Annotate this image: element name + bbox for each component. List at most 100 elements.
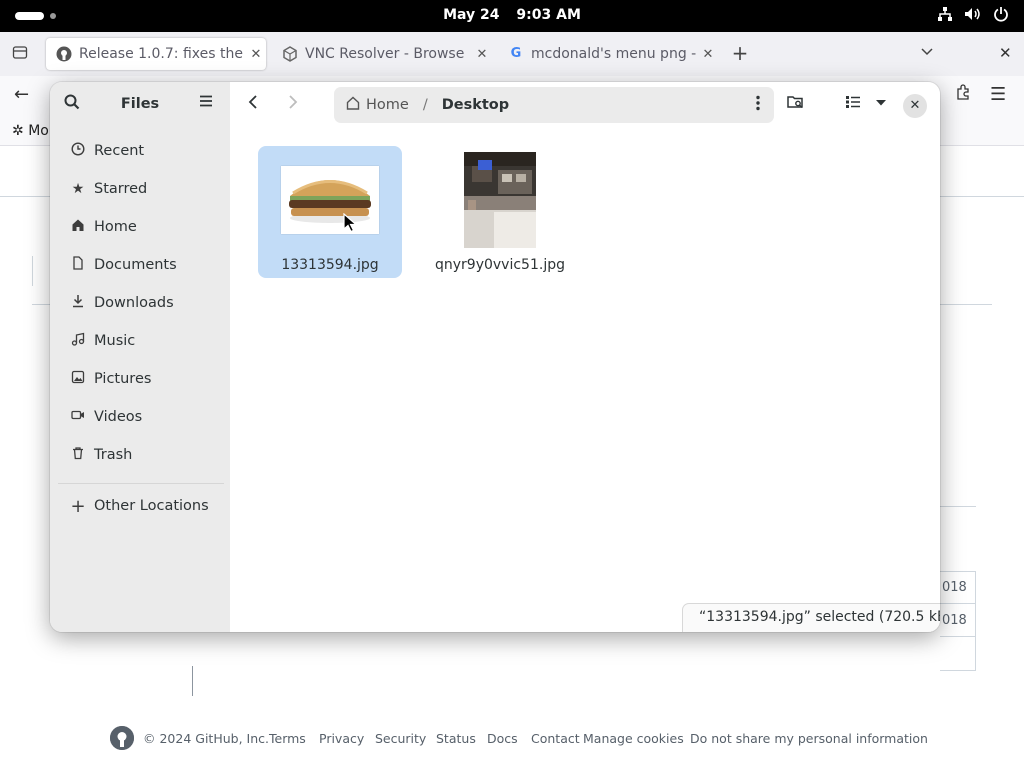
sidebar-divider [58,483,224,484]
hamburger-menu-icon[interactable] [198,93,214,114]
path-segment-home[interactable]: Home [366,97,409,113]
more-options-icon[interactable] [756,95,760,115]
footer-link-docs[interactable]: Docs [487,731,518,746]
vnc-icon [282,46,298,62]
sidebar-item-pictures[interactable]: Pictures [58,362,222,396]
document-icon [70,256,86,274]
footer-link-contact[interactable]: Contact [531,731,580,746]
list-view-icon[interactable] [840,94,866,116]
footer-link-terms[interactable]: Terms [269,731,306,746]
file-item[interactable]: 13313594.jpg [258,146,402,278]
asset-row-divider [940,636,976,637]
bookmark-item[interactable]: ✲ Mo [12,123,49,139]
hamburger-menu-icon[interactable]: ☰ [990,84,1006,105]
input-edge [32,256,33,286]
star-icon: ★ [71,181,85,197]
close-window-icon[interactable]: ✕ [999,44,1012,62]
chevron-down-icon[interactable] [868,94,894,116]
bookmark-label: Mo [28,123,49,139]
sidebar-item-label: Home [94,219,137,235]
activities-button[interactable] [15,12,44,20]
home-icon [70,218,86,236]
tab-title: Release 1.0.7: fixes the fu [79,46,246,62]
path-bar: Home / Desktop [334,87,774,123]
folder-search-icon[interactable] [783,94,809,116]
file-item[interactable]: qnyr9y0vvic51.jpg [428,146,572,278]
tab-github-release[interactable]: Release 1.0.7: fixes the fu ✕ [46,38,266,70]
tab-list-icon[interactable] [10,44,30,64]
system-top-bar: May 24 9:03 AM [0,0,1024,32]
tab-bar: Release 1.0.7: fixes the fu ✕ VNC Resolv… [0,32,1024,76]
chevron-down-icon[interactable] [920,44,934,62]
sidebar-item-label: Documents [94,257,177,273]
tab-vnc-resolver[interactable]: VNC Resolver - Browse ✕ [272,38,492,70]
sidebar-item-music[interactable]: Music [58,324,222,358]
sidebar-item-trash[interactable]: Trash [58,438,222,472]
clock[interactable]: May 24 9:03 AM [0,7,1024,23]
tab-title: mcdonald's menu png - G [531,46,698,62]
clock-date: May 24 [443,7,500,23]
asset-date: 018 [942,613,967,628]
github-logo-icon[interactable] [110,726,134,750]
clock-icon [70,142,86,160]
tab-title: VNC Resolver - Browse [305,46,465,62]
sidebar-item-other-locations[interactable]: + Other Locations [58,489,222,523]
image-thumbnail [464,152,536,248]
sidebar-item-downloads[interactable]: Downloads [58,286,222,320]
footer-link-status[interactable]: Status [436,731,476,746]
video-icon [70,408,86,426]
tab-google-search[interactable]: G mcdonald's menu png - G ✕ [498,38,718,70]
sidebar-item-label: Downloads [94,295,174,311]
sidebar-header: Files [50,82,230,128]
gear-icon: ✲ [12,123,24,139]
download-icon [70,294,86,312]
file-browser-pane: Home / Desktop ✕ 13313594.jpg qnyr9y0vvi… [230,82,940,632]
picture-icon [70,370,86,388]
sidebar-item-label: Pictures [94,371,152,387]
workspace-indicator[interactable] [50,13,56,19]
extensions-icon[interactable] [955,84,971,104]
file-name: 13313594.jpg [281,257,379,273]
clock-time: 9:03 AM [516,7,581,23]
system-tray[interactable] [936,6,1010,26]
plus-icon: + [70,495,86,517]
page-divider [192,666,193,696]
forward-icon[interactable] [280,94,306,116]
sidebar-item-documents[interactable]: Documents [58,248,222,282]
close-icon[interactable]: ✕ [903,94,927,118]
places-sidebar: Files Recent ★ Starred Home Documents Do… [50,82,230,632]
close-tab-icon[interactable]: ✕ [246,47,266,62]
image-thumbnail [281,166,379,234]
footer-link-do-not-share[interactable]: Do not share my personal information [690,731,928,746]
close-tab-icon[interactable]: ✕ [472,47,492,62]
network-icon[interactable] [936,6,954,26]
back-arrow-icon[interactable]: ← [14,84,29,105]
github-footer: © 2024 GitHub, Inc. Terms Privacy Securi… [0,726,1024,756]
trash-icon [70,446,86,464]
sidebar-item-label: Starred [94,181,148,197]
path-segment-current[interactable]: Desktop [442,97,509,113]
sidebar-item-label: Trash [94,447,133,463]
sidebar-item-videos[interactable]: Videos [58,400,222,434]
home-icon [346,96,360,114]
asset-date: 018 [942,580,967,595]
sidebar-item-home[interactable]: Home [58,210,222,244]
asset-row-divider [940,603,976,604]
file-name: qnyr9y0vvic51.jpg [435,257,565,273]
sidebar-item-starred[interactable]: ★ Starred [58,172,222,206]
footer-copyright: © 2024 GitHub, Inc. [143,731,269,746]
new-tab-icon[interactable]: + [730,43,750,63]
sidebar-item-label: Other Locations [94,498,209,514]
github-icon [56,46,72,62]
footer-link-manage-cookies[interactable]: Manage cookies [583,731,684,746]
sidebar-item-label: Videos [94,409,143,425]
volume-icon[interactable] [964,6,982,26]
close-tab-icon[interactable]: ✕ [698,47,718,62]
google-icon: G [510,46,522,61]
footer-link-privacy[interactable]: Privacy [319,731,364,746]
footer-link-security[interactable]: Security [375,731,426,746]
power-icon[interactable] [992,6,1010,26]
sidebar-item-recent[interactable]: Recent [58,134,222,168]
sidebar-item-label: Music [94,333,136,349]
back-icon[interactable] [240,94,266,116]
